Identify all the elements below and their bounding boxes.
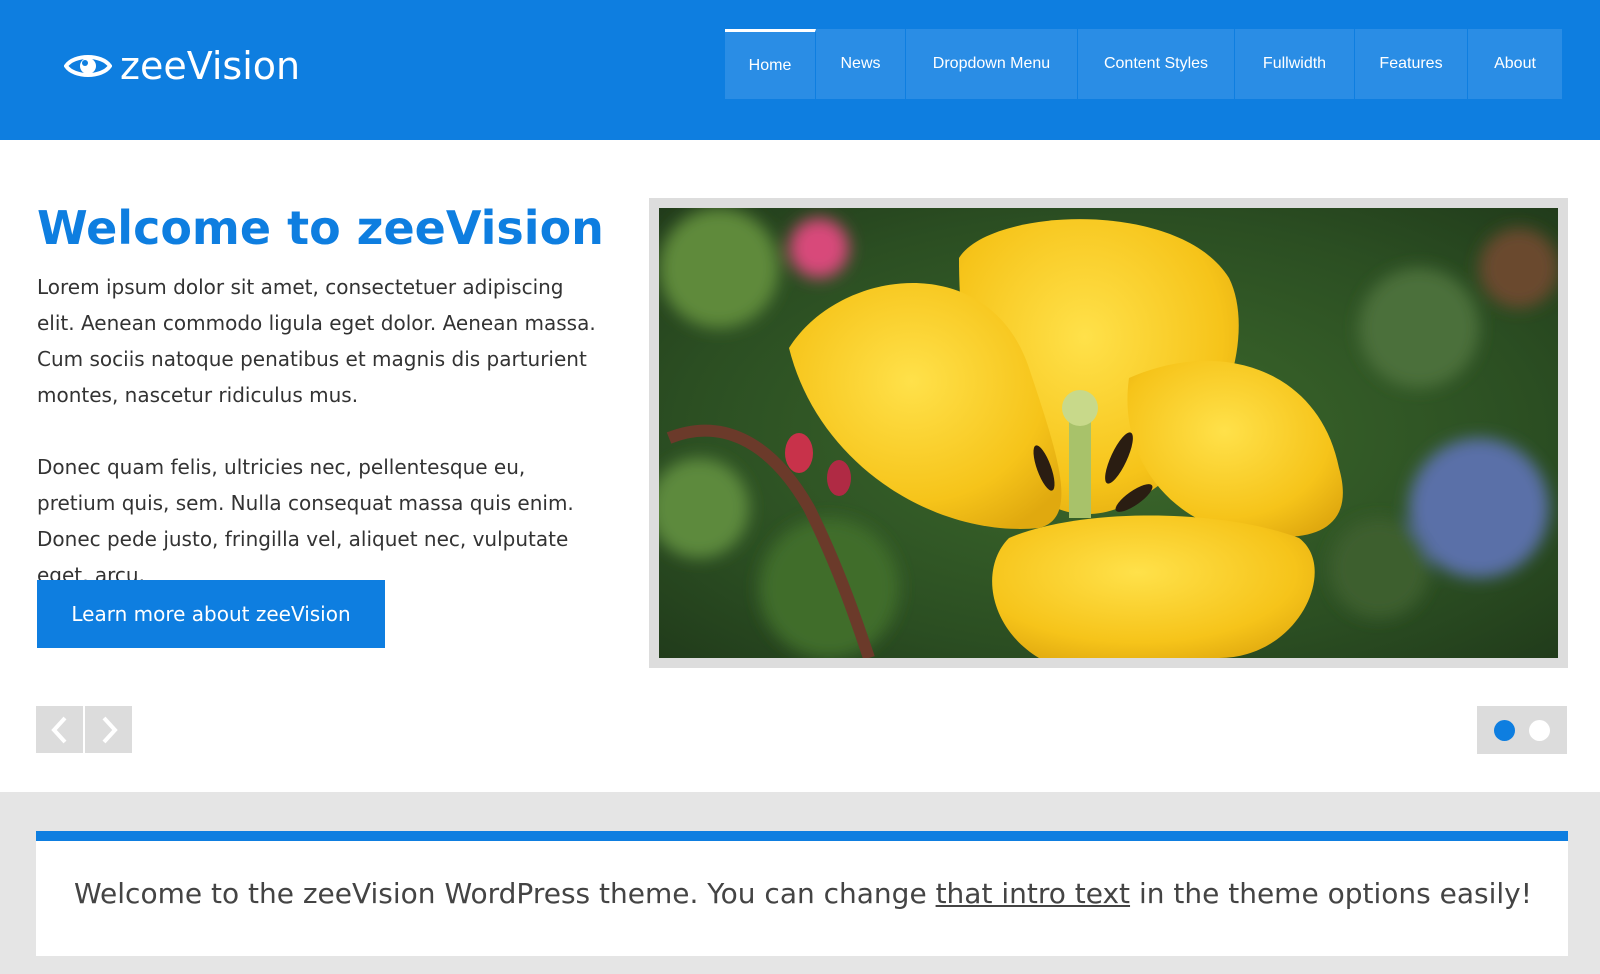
- intro-link[interactable]: that intro text: [936, 877, 1130, 910]
- slider-pager: [1477, 706, 1567, 754]
- site-header: zeeVision Home News Dropdown Menu Conten…: [0, 0, 1600, 140]
- slide-image[interactable]: [659, 208, 1558, 658]
- chevron-right-icon: [102, 716, 118, 743]
- chevron-left-icon: [50, 716, 66, 743]
- intro-box: Welcome to the zeeVision WordPress theme…: [36, 831, 1568, 956]
- slide-title: Welcome to zeeVision: [37, 201, 604, 255]
- intro-text: Welcome to the zeeVision WordPress theme…: [74, 877, 1532, 910]
- intro-text-after: in the theme options easily!: [1130, 877, 1532, 910]
- slide-paragraph-2: Donec quam felis, ultricies nec, pellent…: [37, 455, 574, 587]
- site-logo[interactable]: zeeVision: [64, 44, 300, 88]
- previous-slide-button[interactable]: [36, 706, 83, 753]
- nav-item-dropdown-menu[interactable]: Dropdown Menu: [906, 29, 1078, 99]
- nav-item-content-styles[interactable]: Content Styles: [1078, 29, 1235, 99]
- slide-image-frame: [649, 198, 1568, 668]
- nav-item-home[interactable]: Home: [725, 29, 816, 99]
- learn-more-button[interactable]: Learn more about zeeVision: [37, 580, 385, 648]
- nav-item-news[interactable]: News: [816, 29, 906, 99]
- slider-arrows: [36, 706, 132, 753]
- main-nav: Home News Dropdown Menu Content Styles F…: [725, 29, 1562, 99]
- pager-dot-2[interactable]: [1529, 719, 1550, 741]
- slide-paragraph-1: Lorem ipsum dolor sit amet, consectetuer…: [37, 275, 596, 407]
- nav-item-fullwidth[interactable]: Fullwidth: [1235, 29, 1355, 99]
- featured-slider: Welcome to zeeVision Lorem ipsum dolor s…: [0, 140, 1600, 792]
- eye-icon: [64, 55, 112, 77]
- nav-item-about[interactable]: About: [1468, 29, 1562, 99]
- slide-content: Lorem ipsum dolor sit amet, consectetuer…: [37, 269, 607, 629]
- intro-text-before: Welcome to the zeeVision WordPress theme…: [74, 877, 936, 910]
- pager-dot-1[interactable]: [1494, 719, 1515, 741]
- yellow-tulip-photo: [659, 208, 1558, 658]
- nav-item-features[interactable]: Features: [1355, 29, 1468, 99]
- next-slide-button[interactable]: [85, 706, 132, 753]
- site-title: zeeVision: [120, 44, 301, 88]
